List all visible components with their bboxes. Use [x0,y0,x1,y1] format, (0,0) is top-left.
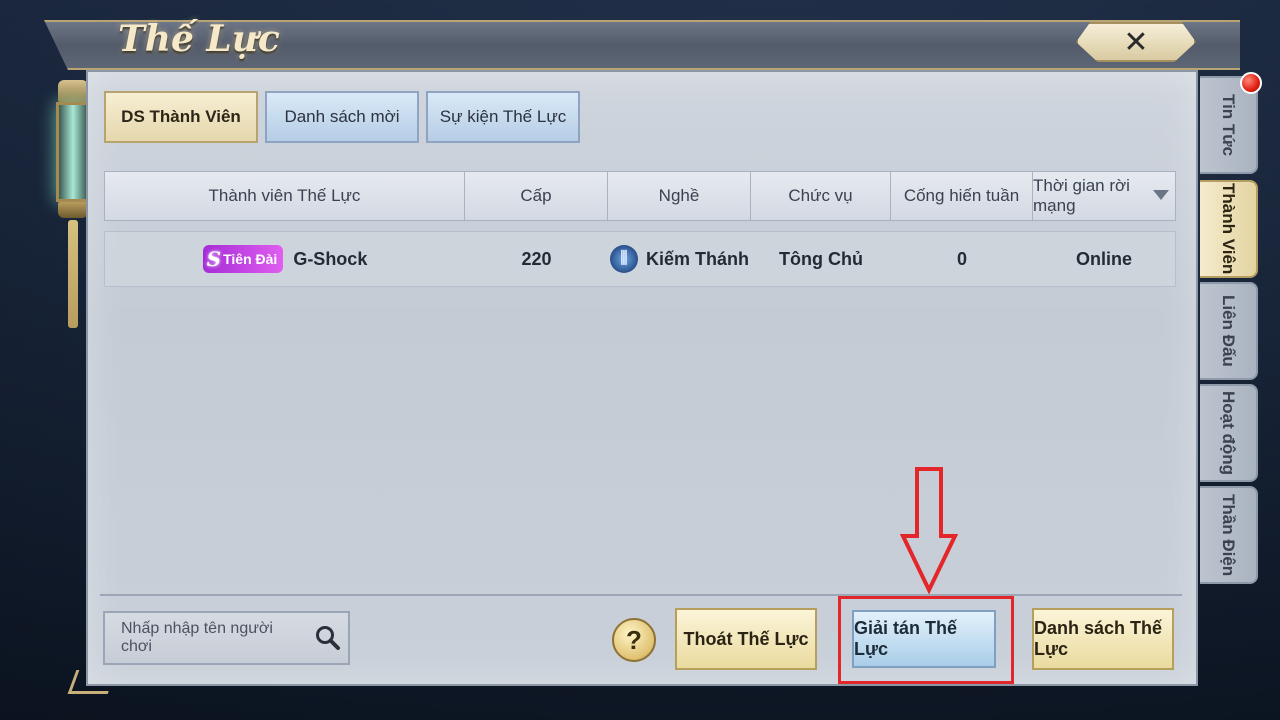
header-member[interactable]: Thành viên Thế Lực [105,172,465,220]
side-tab-label: Liên Đấu [1219,295,1238,367]
leave-faction-button[interactable]: Thoát Thế Lực [675,608,817,670]
job-icon: ⫼ [609,245,638,273]
header-level[interactable]: Cấp [465,172,608,220]
server-badge: S Tiên Đài [202,245,284,273]
search-placeholder: Nhấp nhập tên người chơi [121,620,273,655]
member-name: G-Shock [293,248,368,269]
side-tab-activities[interactable]: Hoạt động [1200,384,1258,482]
side-tab-label: Thần Điện [1219,493,1238,577]
badge-letter: S [206,247,222,271]
member-offline-time: Online [1075,248,1132,269]
side-tab-members[interactable]: Thành Viên [1200,180,1258,278]
tab-label: Sự kiện Thế Lực [439,107,567,126]
header-offline-time[interactable]: Thời gian rời mạng [1033,172,1175,220]
side-tab-label: Thành Viên [1219,183,1238,275]
table-header: Thành viên Thế Lực Cấp Nghề Chức vụ Cống… [104,171,1176,221]
member-position: Tông Chủ [779,248,863,269]
member-level: 220 [521,248,552,269]
side-tab-label: Hoạt động [1219,390,1238,476]
profession-cell: ⫼ Kiếm Thánh [608,232,751,286]
tab-member-list[interactable]: DS Thành Viên [104,91,258,143]
faction-list-label: Danh sách Thế Lực [1034,618,1163,659]
tab-label: DS Thành Viên [121,107,241,126]
header-profession[interactable]: Nghề [608,172,751,220]
sort-down-icon[interactable] [1153,190,1169,200]
header-position[interactable]: Chức vụ [751,172,891,220]
close-icon: ✕ [1123,25,1149,59]
side-tab-label: Tin Tức [1219,93,1238,157]
search-input[interactable]: Nhấp nhập tên người chơi [103,611,350,665]
divider [100,594,1182,596]
member-profession: Kiếm Thánh [645,248,749,269]
help-icon[interactable]: ? [612,618,656,662]
table-row[interactable]: S Tiên Đài G-Shock 220 ⫼ Kiếm Thánh Tông… [104,231,1176,287]
member-contribution: 0 [956,248,967,269]
side-tab-league[interactable]: Liên Đấu [1200,282,1258,380]
faction-list-button[interactable]: Danh sách Thế Lực [1032,608,1174,670]
tab-label: Danh sách mời [284,107,400,126]
red-arrow-icon [900,467,958,594]
notification-dot-icon [1240,72,1262,94]
window-title: Thế Lực [118,18,280,60]
close-button[interactable]: ✕ [1076,22,1196,62]
header-weekly-contribution[interactable]: Cống hiến tuần [891,172,1033,220]
tab-faction-events[interactable]: Sự kiện Thế Lực [426,91,580,143]
badge-text: Tiên Đài [223,251,278,267]
highlight-box [838,596,1014,684]
search-icon[interactable] [308,618,348,658]
leave-faction-label: Thoát Thế Lực [683,628,809,649]
member-cell: S Tiên Đài G-Shock [105,232,465,286]
side-tab-temple[interactable]: Thần Điện [1200,486,1258,584]
tab-invite-list[interactable]: Danh sách mời [265,91,419,143]
